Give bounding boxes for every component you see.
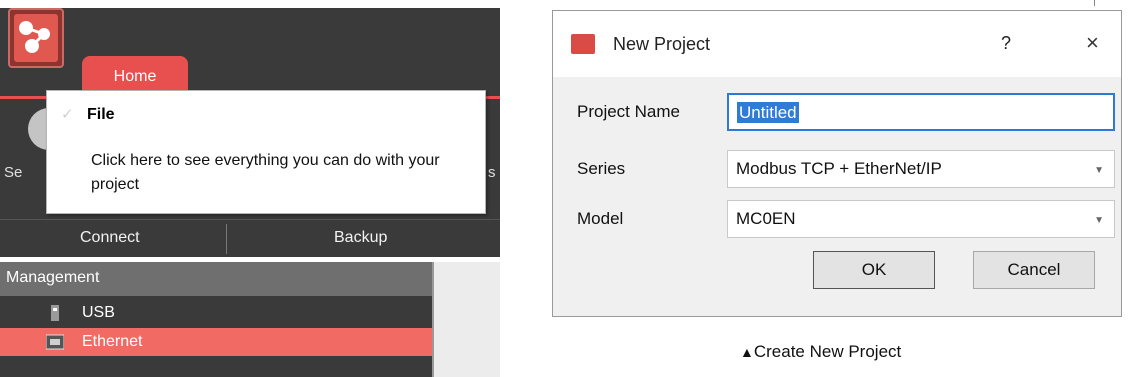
file-tooltip: ✓ File Click here to see everything you … <box>46 90 486 214</box>
tree-item-ethernet[interactable]: Ethernet <box>0 328 432 356</box>
ribbon-label-fragment-right: s <box>488 164 496 181</box>
ok-button[interactable]: OK <box>813 251 935 289</box>
checkmark-icon: ✓ <box>61 106 74 123</box>
app-logo-icon <box>14 14 58 62</box>
model-value: MC0EN <box>736 209 796 228</box>
triangle-up-icon: ▲ <box>740 344 754 360</box>
chevron-down-icon: ▼ <box>1094 165 1104 176</box>
series-value: Modbus TCP + EtherNet/IP <box>736 159 942 178</box>
tree-item-usb[interactable]: USB <box>0 299 432 327</box>
project-name-value: Untitled <box>737 102 799 123</box>
app-logo-icon <box>571 34 595 54</box>
tooltip-title: File <box>87 106 115 123</box>
help-button[interactable]: ? <box>1001 33 1011 54</box>
ribbon-group-bar: Connect Backup <box>0 219 500 257</box>
model-select[interactable]: MC0EN ▼ <box>727 200 1115 238</box>
series-label: Series <box>577 159 626 178</box>
tree-item-label: USB <box>82 304 115 321</box>
close-button[interactable]: × <box>1086 30 1099 56</box>
caption-text: Create New Project <box>753 342 902 361</box>
content-area <box>432 262 500 377</box>
chevron-down-icon: ▼ <box>1094 215 1104 226</box>
figure-caption: ▲Create New Project <box>740 342 901 362</box>
divider-mark <box>1094 0 1095 6</box>
series-select[interactable]: Modbus TCP + EtherNet/IP ▼ <box>727 150 1115 188</box>
dialog-title: New Project <box>613 34 711 54</box>
group-backup[interactable]: Backup <box>334 229 387 247</box>
project-name-input[interactable]: Untitled <box>727 93 1115 131</box>
management-header: Management <box>0 262 432 296</box>
model-label: Model <box>577 209 624 228</box>
usb-icon <box>46 305 64 321</box>
tree-item-label: Ethernet <box>82 333 143 350</box>
tooltip-body: Click here to see everything you can do … <box>91 152 440 193</box>
ribbon-header <box>0 8 500 96</box>
management-tree: USB Ethernet <box>0 296 432 377</box>
ribbon-label-fragment-left: Se <box>4 164 23 181</box>
cancel-button[interactable]: Cancel <box>973 251 1095 289</box>
group-connect[interactable]: Connect <box>80 229 140 247</box>
project-name-label: Project Name <box>577 102 680 121</box>
app-screenshot-left: Home Se s Connect Backup ✓ File Click he… <box>0 0 500 377</box>
dialog-titlebar: New Project ? × <box>553 11 1121 77</box>
new-project-dialog: New Project ? × Project Name Untitled Se… <box>552 10 1122 317</box>
group-divider <box>226 224 227 254</box>
app-menu-button[interactable] <box>8 8 64 68</box>
ethernet-icon <box>45 334 65 350</box>
